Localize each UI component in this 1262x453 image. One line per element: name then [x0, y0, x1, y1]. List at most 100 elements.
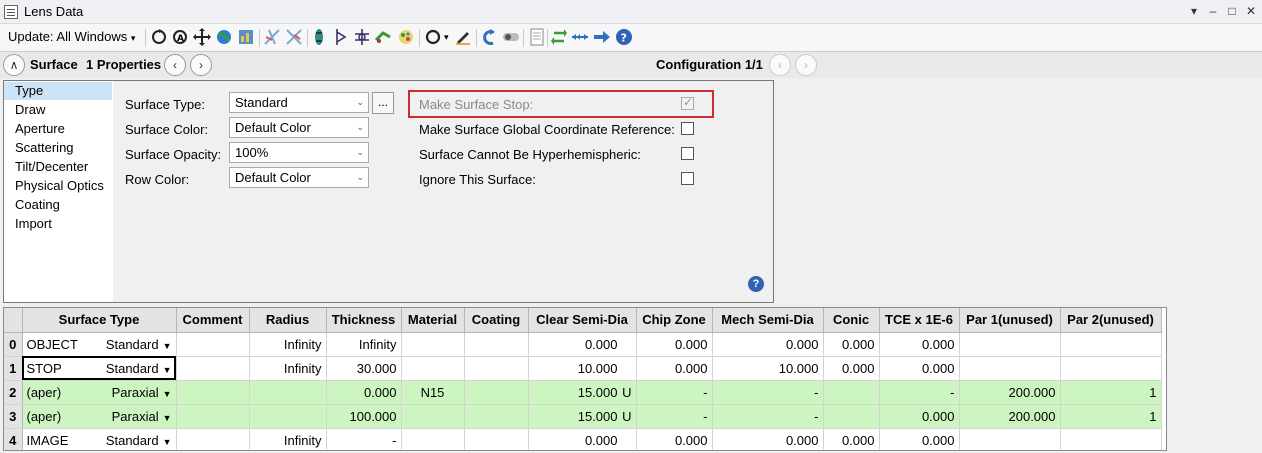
- dropdown-arrow-icon[interactable]: ▼: [163, 437, 172, 447]
- globe-icon[interactable]: [215, 28, 233, 46]
- surface-color-dropdown[interactable]: Default Color ⌄: [229, 117, 369, 138]
- auto-update-icon[interactable]: A: [171, 28, 189, 46]
- dropdown-arrow-icon[interactable]: ▼: [163, 413, 172, 423]
- surface-type-cell[interactable]: (aper) Paraxial ▼: [22, 404, 177, 429]
- minimize-button[interactable]: –: [1205, 3, 1221, 19]
- next-config-button[interactable]: ›: [795, 54, 817, 76]
- refresh-icon[interactable]: [150, 28, 168, 46]
- swap-icon[interactable]: [550, 28, 568, 46]
- surface-type-cell[interactable]: STOP Standard ▼: [22, 356, 177, 381]
- header-surface-type[interactable]: Surface Type: [22, 308, 177, 333]
- coating-cell[interactable]: [464, 404, 529, 429]
- row-number[interactable]: 3: [4, 404, 23, 429]
- toggle-icon[interactable]: [502, 28, 520, 46]
- category-aperture[interactable]: Aperture: [4, 120, 112, 138]
- undo-icon[interactable]: [480, 28, 498, 46]
- scale-icon[interactable]: [263, 28, 281, 46]
- comment-cell[interactable]: [176, 332, 250, 357]
- dropdown-arrow-icon[interactable]: ▼: [163, 365, 172, 375]
- row-number[interactable]: 1: [4, 356, 23, 381]
- lens-icon[interactable]: [310, 28, 328, 46]
- comment-cell[interactable]: [176, 380, 250, 405]
- mech-semi-dia-cell[interactable]: 0.000: [712, 428, 824, 450]
- table-row[interactable]: 2 (aper) Paraxial ▼ 0.000 N15 15.000 U - - - 200.00…: [4, 380, 1162, 405]
- conic-cell[interactable]: 0.000: [823, 332, 880, 357]
- reverse-icon[interactable]: [285, 28, 303, 46]
- table-row[interactable]: 3 (aper) Paraxial ▼ 100.000 15.000 U - - 0.000 200…: [4, 404, 1162, 429]
- arrows-icon[interactable]: [571, 28, 589, 46]
- category-tilt-decenter[interactable]: Tilt/Decenter: [4, 158, 112, 176]
- table-row[interactable]: 4 IMAGE Standard ▼ Infinity - 0.000 0.000 0.000 0…: [4, 428, 1162, 450]
- page-icon[interactable]: [528, 28, 546, 46]
- coating-cell[interactable]: [464, 428, 529, 450]
- clear-semi-dia-cell[interactable]: 0.000: [528, 332, 637, 357]
- radius-cell[interactable]: Infinity: [249, 356, 327, 381]
- header-conic[interactable]: Conic: [823, 308, 880, 333]
- material-cell[interactable]: N15: [401, 380, 465, 405]
- previous-surface-button[interactable]: ‹: [164, 54, 186, 76]
- material-cell[interactable]: [401, 428, 465, 450]
- tce-cell[interactable]: 0.000: [879, 356, 960, 381]
- comment-cell[interactable]: [176, 356, 250, 381]
- conic-cell[interactable]: 0.000: [823, 428, 880, 450]
- help-icon[interactable]: ?: [615, 28, 633, 46]
- par2-cell[interactable]: [1060, 428, 1162, 450]
- surface-opacity-dropdown[interactable]: 100% ⌄: [229, 142, 369, 163]
- material-cell[interactable]: [401, 404, 465, 429]
- par2-cell[interactable]: 1: [1060, 404, 1162, 429]
- coating-cell[interactable]: [464, 356, 529, 381]
- conic-cell[interactable]: 0.000: [823, 356, 880, 381]
- row-number[interactable]: 0: [4, 332, 23, 357]
- par1-cell[interactable]: 200.000: [959, 380, 1061, 405]
- pupil-icon[interactable]: [397, 28, 415, 46]
- header-tce[interactable]: TCE x 1E-6: [879, 308, 960, 333]
- header-coating[interactable]: Coating: [464, 308, 529, 333]
- par1-cell[interactable]: [959, 332, 1061, 357]
- category-draw[interactable]: Draw: [4, 101, 112, 119]
- chevron-down-icon[interactable]: ▾: [444, 32, 449, 43]
- clear-semi-dia-cell[interactable]: 10.000: [528, 356, 637, 381]
- mech-semi-dia-cell[interactable]: -: [712, 380, 824, 405]
- par2-cell[interactable]: 1: [1060, 380, 1162, 405]
- material-cell[interactable]: [401, 356, 465, 381]
- par1-cell[interactable]: [959, 356, 1061, 381]
- dropdown-arrow-icon[interactable]: ▼: [163, 389, 172, 399]
- thickness-cell[interactable]: 0.000: [326, 380, 402, 405]
- maximize-button[interactable]: □: [1224, 3, 1240, 19]
- surface-type-options-button[interactable]: ...: [372, 92, 394, 114]
- conic-cell[interactable]: [823, 380, 880, 405]
- chip-zone-cell[interactable]: 0.000: [636, 428, 713, 450]
- collapse-button[interactable]: ∧: [3, 54, 25, 76]
- ignore-surface-checkbox[interactable]: [681, 172, 694, 185]
- par1-cell[interactable]: [959, 428, 1061, 450]
- surface-type-cell[interactable]: (aper) Paraxial ▼: [22, 380, 177, 405]
- update-dropdown[interactable]: Update: All Windows ▾: [8, 29, 135, 44]
- par1-cell[interactable]: 200.000: [959, 404, 1061, 429]
- mech-semi-dia-cell[interactable]: 0.000: [712, 332, 824, 357]
- header-thickness[interactable]: Thickness: [326, 308, 402, 333]
- chart-icon[interactable]: [237, 28, 255, 46]
- tce-cell[interactable]: 0.000: [879, 332, 960, 357]
- comment-cell[interactable]: [176, 404, 250, 429]
- par2-cell[interactable]: [1060, 356, 1162, 381]
- tce-cell[interactable]: -: [879, 380, 960, 405]
- radius-cell[interactable]: Infinity: [249, 332, 327, 357]
- radius-cell[interactable]: [249, 404, 327, 429]
- category-type[interactable]: Type: [4, 82, 112, 100]
- surface-type-cell[interactable]: OBJECT Standard ▼: [22, 332, 177, 357]
- hyperhemispheric-checkbox[interactable]: [681, 147, 694, 160]
- mech-semi-dia-cell[interactable]: -: [712, 404, 824, 429]
- make-stop-checkbox[interactable]: [681, 95, 694, 110]
- clear-semi-dia-cell[interactable]: 15.000 U: [528, 404, 637, 429]
- close-button[interactable]: ✕: [1243, 3, 1259, 19]
- mech-semi-dia-cell[interactable]: 10.000: [712, 356, 824, 381]
- move-icon[interactable]: [193, 28, 211, 46]
- thickness-cell[interactable]: 30.000: [326, 356, 402, 381]
- row-number[interactable]: 2: [4, 380, 23, 405]
- header-par2[interactable]: Par 2(unused): [1060, 308, 1162, 333]
- global-reference-checkbox[interactable]: [681, 122, 694, 135]
- surface-type-dropdown[interactable]: Standard ⌄: [229, 92, 369, 113]
- header-comment[interactable]: Comment: [176, 308, 250, 333]
- thickness-cell[interactable]: -: [326, 428, 402, 450]
- window-menu-button[interactable]: ▾: [1186, 3, 1202, 19]
